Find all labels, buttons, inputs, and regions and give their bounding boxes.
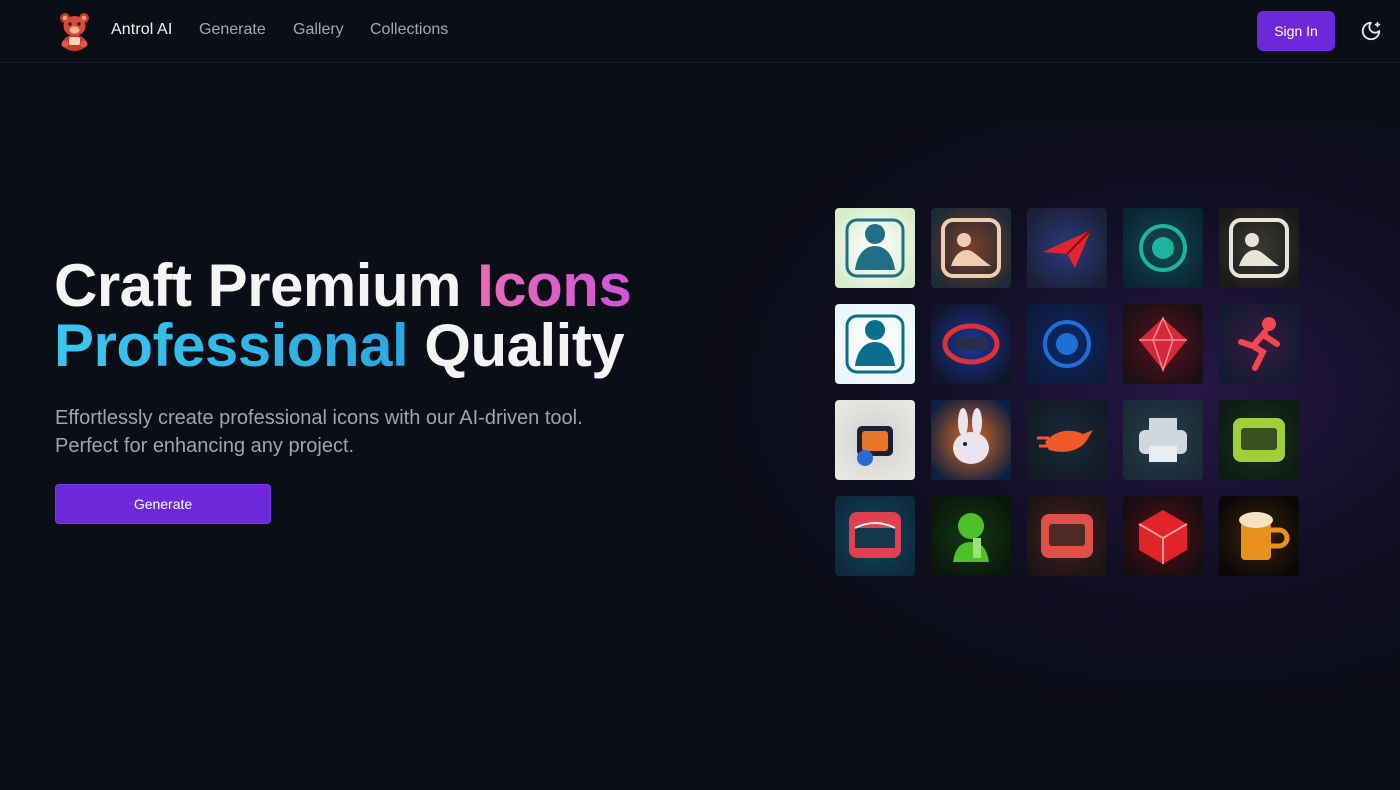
bear-logo-icon[interactable]	[56, 11, 93, 51]
orca-whale-icon[interactable]	[1027, 304, 1107, 384]
rabbit-icon[interactable]	[931, 400, 1011, 480]
top-navbar: Antrol AI Generate Gallery Collections S…	[0, 0, 1400, 63]
bridge-icon[interactable]	[835, 496, 915, 576]
paper-plane-icon[interactable]	[1027, 208, 1107, 288]
title-white-1: Craft Premium	[54, 252, 478, 319]
brand-name[interactable]: Antrol AI	[111, 21, 172, 39]
icon-gallery-grid	[835, 208, 1299, 576]
generate-button[interactable]: Generate	[55, 484, 271, 524]
title-accent-professional: Professional	[54, 312, 409, 379]
running-man-icon[interactable]	[1219, 304, 1299, 384]
theme-toggle-moon-icon[interactable]	[1360, 20, 1382, 42]
hero-title-line1: Craft Premium Icons	[54, 252, 632, 319]
frog-badge-icon[interactable]	[1027, 496, 1107, 576]
retro-tv-icon[interactable]	[835, 400, 915, 480]
hero-title: Craft Premium Icons Professional Quality	[54, 256, 632, 379]
hero-subtitle: Effortlessly create professional icons w…	[55, 407, 583, 457]
worker-tools-icon[interactable]	[835, 304, 915, 384]
keyboard-ring-icon[interactable]	[931, 304, 1011, 384]
hero-title-line2: Professional Quality	[54, 312, 625, 379]
ruby-gem-icon[interactable]	[1123, 304, 1203, 384]
nav-link-gallery[interactable]: Gallery	[293, 21, 344, 39]
nav-link-collections[interactable]: Collections	[370, 21, 448, 39]
workers-table-icon[interactable]	[1219, 208, 1299, 288]
red-cube-icon[interactable]	[1123, 496, 1203, 576]
coin-icon[interactable]	[1123, 208, 1203, 288]
terminal-card-icon[interactable]	[1219, 400, 1299, 480]
nav-link-generate[interactable]: Generate	[199, 21, 266, 39]
woman-reading-icon[interactable]	[835, 208, 915, 288]
beer-mug-icon[interactable]	[1219, 496, 1299, 576]
title-accent-icons: Icons	[477, 252, 632, 319]
printer-icon[interactable]	[1123, 400, 1203, 480]
speed-bird-icon[interactable]	[1027, 400, 1107, 480]
sign-in-button[interactable]: Sign In	[1257, 11, 1335, 51]
person-relaxing-icon[interactable]	[931, 208, 1011, 288]
title-white-2: Quality	[408, 312, 625, 379]
zombie-drinking-icon[interactable]	[931, 496, 1011, 576]
